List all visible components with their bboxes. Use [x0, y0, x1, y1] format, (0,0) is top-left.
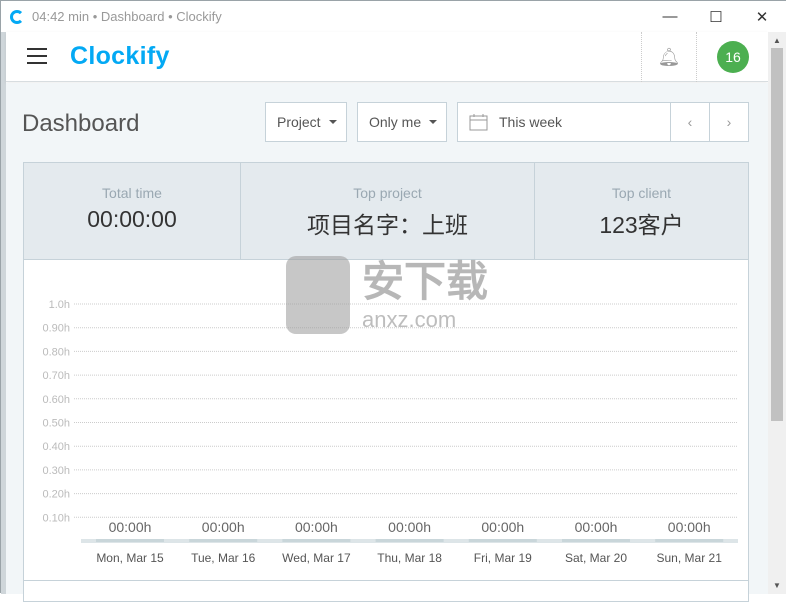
project-dropdown-label: Project	[277, 114, 321, 130]
clockify-logo[interactable]: Clockify	[70, 42, 170, 71]
vertical-scrollbar[interactable]: ▲ ▼	[768, 32, 786, 594]
data-label: 00:00h	[109, 519, 152, 535]
page-title: Dashboard	[22, 110, 140, 137]
stat-label: Total time	[102, 185, 162, 201]
y-tick-label: 0.30h	[42, 465, 70, 477]
date-range-label: This week	[499, 114, 563, 130]
x-tick-label: Wed, Mar 17	[282, 551, 351, 565]
stat-label: Top project	[353, 185, 422, 201]
bar	[468, 539, 537, 542]
caret-down-icon	[429, 120, 438, 124]
next-week-button[interactable]: ›	[709, 103, 748, 141]
y-tick-label: 0.60h	[42, 394, 70, 406]
y-tick-label: 0.50h	[42, 418, 70, 430]
user-dropdown-label: Only me	[369, 114, 422, 130]
y-tick-label: 0.80h	[42, 346, 70, 358]
avatar[interactable]: 16	[717, 41, 749, 73]
card-divider	[24, 580, 748, 581]
stat-value: 00:00:00	[87, 206, 177, 232]
y-tick-label: 1.0h	[49, 299, 70, 311]
stat-top-project: Top project 项目名字：上班	[241, 163, 535, 259]
data-label: 00:00h	[575, 519, 618, 535]
x-tick-label: Mon, Mar 15	[96, 551, 164, 565]
main-content: Dashboard Project Only me This week ‹ › …	[6, 83, 768, 602]
stat-top-client: Top client 123客户	[535, 163, 748, 259]
stat-total-time: Total time 00:00:00	[24, 163, 241, 259]
menu-icon[interactable]	[27, 48, 47, 64]
data-label: 00:00h	[202, 519, 245, 535]
x-tick-label: Tue, Mar 16	[191, 551, 256, 565]
caret-down-icon	[328, 120, 337, 124]
data-label: 00:00h	[388, 519, 431, 535]
bell-icon[interactable]: 🔔︎	[641, 32, 697, 82]
x-tick-label: Fri, Mar 19	[474, 551, 532, 565]
bar	[655, 539, 724, 542]
bar	[562, 539, 630, 542]
scroll-down-icon[interactable]: ▼	[768, 581, 786, 590]
bar	[282, 539, 351, 542]
dashboard-card: Total time 00:00:00 Top project 项目名字：上班 …	[23, 162, 749, 602]
y-tick-label: 0.10h	[42, 512, 70, 524]
project-dropdown[interactable]: Project	[265, 102, 347, 142]
y-tick-label: 0.40h	[42, 441, 70, 453]
data-label: 00:00h	[481, 519, 524, 535]
daily-bar-chart: 0.10h 0.20h 0.30h 0.40h 0.50h 0.60h 0.70h 0.80h…	[42, 299, 738, 565]
y-tick-label: 0.70h	[42, 370, 70, 382]
stat-value: 项目名字：上班	[307, 212, 468, 238]
window-titlebar: 04:42 min • Dashboard • Clockify — ☐ ✕	[1, 1, 786, 32]
bar	[96, 539, 164, 542]
stat-value: 123客户	[599, 212, 684, 238]
x-tick-label: Thu, Mar 18	[377, 551, 442, 565]
minimize-button[interactable]: —	[647, 1, 693, 32]
x-tick-label: Sat, Mar 20	[565, 551, 627, 565]
scroll-up-icon[interactable]: ▲	[768, 32, 786, 45]
window-title: 04:42 min • Dashboard • Clockify	[32, 9, 222, 24]
maximize-button[interactable]: ☐	[693, 1, 739, 32]
scrollbar-thumb[interactable]	[771, 48, 783, 421]
date-range-picker[interactable]: This week ‹ ›	[457, 102, 749, 142]
stats-row: Total time 00:00:00 Top project 项目名字：上班 …	[24, 163, 748, 260]
y-tick-label: 0.90h	[42, 323, 70, 335]
close-button[interactable]: ✕	[739, 1, 785, 32]
stat-label: Top client	[611, 185, 672, 201]
app-header: Clockify 🔔︎ 16	[6, 32, 768, 82]
calendar-icon	[469, 114, 488, 131]
bar	[189, 539, 258, 542]
user-dropdown[interactable]: Only me	[357, 102, 447, 142]
x-tick-label: Sun, Mar 21	[657, 551, 723, 565]
clockify-app-icon	[10, 9, 24, 24]
data-label: 00:00h	[668, 519, 711, 535]
prev-week-button[interactable]: ‹	[670, 103, 709, 141]
data-label: 00:00h	[295, 519, 338, 535]
y-tick-label: 0.20h	[42, 489, 70, 501]
bar	[375, 539, 444, 542]
